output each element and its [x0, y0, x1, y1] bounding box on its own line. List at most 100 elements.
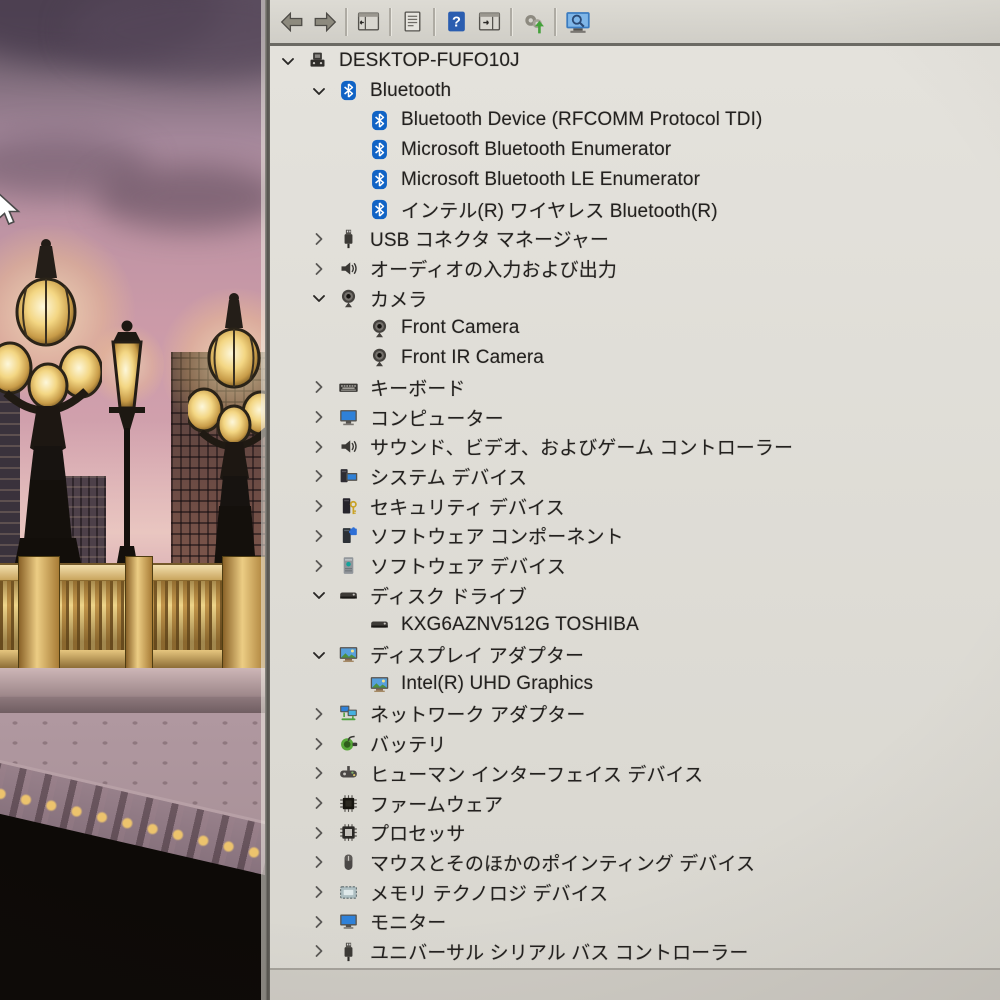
balustrade-pier — [125, 556, 153, 671]
computer-root-icon — [307, 50, 328, 71]
device-label: バッテリ — [370, 735, 447, 757]
svg-text:?: ? — [452, 15, 461, 31]
software-component-icon — [338, 525, 359, 546]
tree-item[interactable]: マウスとそのほかのポインティング デバイス — [270, 848, 1000, 878]
chevron-right-icon[interactable] — [310, 913, 328, 931]
tree-item[interactable]: モニター — [270, 907, 1000, 937]
tree-item[interactable]: メモリ テクノロジ デバイス — [270, 877, 1000, 907]
device-label: インテル(R) ワイヤレス Bluetooth(R) — [401, 200, 718, 222]
device-label: Front Camera — [401, 317, 520, 339]
chevron-right-icon[interactable] — [310, 497, 328, 515]
chevron-right-icon[interactable] — [310, 794, 328, 812]
tree-item[interactable]: Microsoft Bluetooth Enumerator — [270, 135, 1000, 165]
device-label: DESKTOP-FUFO10J — [339, 49, 520, 71]
tree-item[interactable]: KXG6AZNV512G TOSHIBA — [270, 610, 1000, 640]
tree-item[interactable]: プロセッサ — [270, 818, 1000, 848]
disk-icon — [369, 614, 390, 635]
tree-item[interactable]: Bluetooth — [270, 76, 1000, 106]
toolbar-separator — [554, 7, 557, 36]
device-label: Front IR Camera — [401, 346, 544, 368]
device-label: KXG6AZNV512G TOSHIBA — [401, 613, 639, 635]
device-label: Microsoft Bluetooth LE Enumerator — [401, 168, 700, 190]
tree-item[interactable]: ファームウェア — [270, 788, 1000, 818]
audio-icon — [338, 436, 359, 457]
camera-icon — [369, 347, 390, 368]
tree-item[interactable]: ネットワーク アダプター — [270, 699, 1000, 729]
forward-button[interactable] — [308, 4, 341, 40]
tree-item[interactable]: ディスク ドライブ — [270, 580, 1000, 610]
help-button[interactable]: ? — [440, 4, 473, 40]
chevron-right-icon[interactable] — [310, 467, 328, 485]
bridge-arch — [0, 713, 265, 1000]
tree-item[interactable]: オーディオの入力および出力 — [270, 254, 1000, 284]
search-computer-button[interactable] — [561, 4, 594, 40]
tree-item[interactable]: キーボード — [270, 373, 1000, 403]
chevron-right-icon[interactable] — [310, 230, 328, 248]
chevron-right-icon[interactable] — [310, 883, 328, 901]
chevron-right-icon[interactable] — [310, 735, 328, 753]
tree-item[interactable]: Front Camera — [270, 313, 1000, 343]
audio-icon — [338, 258, 359, 279]
tree-item[interactable]: バッテリ — [270, 729, 1000, 759]
monitor-icon — [338, 911, 359, 932]
tree-item[interactable]: DESKTOP-FUFO10J — [270, 46, 1000, 76]
tree-item[interactable]: コンピューター — [270, 402, 1000, 432]
chevron-right-icon[interactable] — [310, 824, 328, 842]
hid-icon — [338, 763, 359, 784]
chevron-right-icon[interactable] — [310, 378, 328, 396]
device-label: ディスプレイ アダプター — [370, 646, 585, 668]
tree-item[interactable]: Bluetooth Device (RFCOMM Protocol TDI) — [270, 105, 1000, 135]
device-label: Intel(R) UHD Graphics — [401, 673, 594, 695]
tree-item[interactable]: ソフトウェア デバイス — [270, 551, 1000, 581]
chevron-right-icon[interactable] — [310, 438, 328, 456]
chevron-right-icon[interactable] — [310, 408, 328, 426]
device-label: カメラ — [370, 289, 428, 311]
tree-item[interactable]: カメラ — [270, 284, 1000, 314]
tree-item[interactable]: ヒューマン インターフェイス デバイス — [270, 759, 1000, 789]
tree-item[interactable]: セキュリティ デバイス — [270, 491, 1000, 521]
chevron-right-icon[interactable] — [310, 764, 328, 782]
tree-item[interactable]: ユニバーサル シリアル バス コントローラー — [270, 937, 1000, 967]
scan-hardware-button[interactable] — [517, 4, 550, 40]
tree-item[interactable]: Microsoft Bluetooth LE Enumerator — [270, 165, 1000, 195]
toolbar-separator — [389, 7, 392, 36]
disk-icon — [338, 585, 359, 606]
device-label: USB コネクタ マネージャー — [370, 230, 610, 252]
tree-item[interactable]: Intel(R) UHD Graphics — [270, 669, 1000, 699]
chevron-right-icon[interactable] — [310, 853, 328, 871]
street-lamp-right — [188, 293, 265, 568]
chevron-right-icon[interactable] — [310, 557, 328, 575]
window-bottom-edge — [270, 968, 1000, 1000]
chevron-down-icon[interactable] — [310, 289, 328, 307]
chevron-down-icon[interactable] — [310, 586, 328, 604]
tree-item[interactable]: ディスプレイ アダプター — [270, 640, 1000, 670]
properties-button[interactable] — [396, 4, 429, 40]
chevron-down-icon[interactable] — [279, 52, 297, 70]
tree-item[interactable]: USB コネクタ マネージャー — [270, 224, 1000, 254]
toolbar-separator — [345, 7, 348, 36]
tree-item[interactable]: インテル(R) ワイヤレス Bluetooth(R) — [270, 194, 1000, 224]
device-label: プロセッサ — [370, 824, 466, 846]
device-label: ソフトウェア デバイス — [370, 557, 566, 579]
tree-item[interactable]: ソフトウェア コンポーネント — [270, 521, 1000, 551]
chevron-right-icon[interactable] — [310, 260, 328, 278]
device-label: モニター — [370, 913, 447, 935]
console-tree-button[interactable] — [352, 4, 385, 40]
chevron-right-icon[interactable] — [310, 942, 328, 960]
chevron-right-icon[interactable] — [310, 705, 328, 723]
back-button[interactable] — [275, 4, 308, 40]
device-tree: DESKTOP-FUFO10J Bluetooth Bluetooth Device… — [270, 43, 1000, 971]
chevron-right-icon[interactable] — [310, 527, 328, 545]
tree-item[interactable]: サウンド、ビデオ、およびゲーム コントローラー — [270, 432, 1000, 462]
tree-item[interactable]: Front IR Camera — [270, 343, 1000, 373]
action-pane-button[interactable] — [473, 4, 506, 40]
chevron-down-icon[interactable] — [310, 646, 328, 664]
firmware-icon — [338, 793, 359, 814]
tree-item[interactable]: システム デバイス — [270, 462, 1000, 492]
chevron-down-icon[interactable] — [310, 82, 328, 100]
device-label: ディスク ドライブ — [370, 586, 527, 608]
